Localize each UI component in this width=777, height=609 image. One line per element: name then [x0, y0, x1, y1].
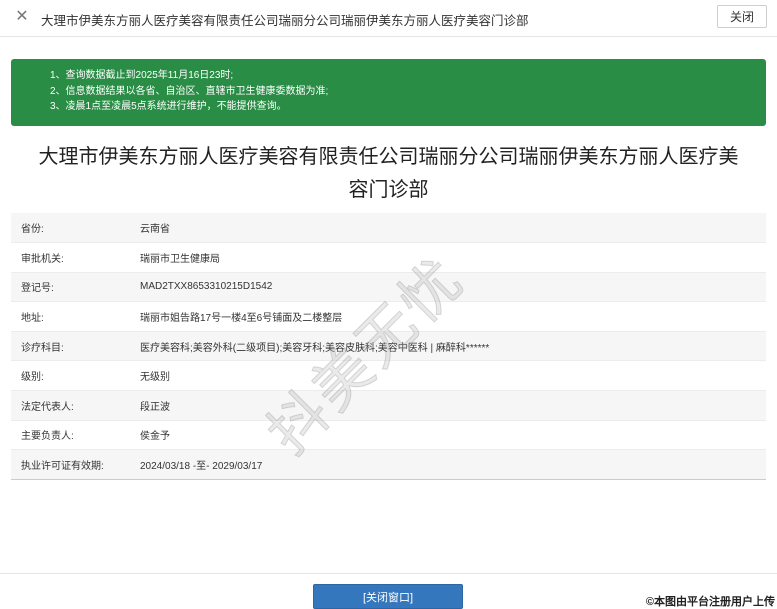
- detail-label: 地址:: [11, 301, 140, 332]
- details-table: 省份: 云南省 审批机关: 瑞丽市卫生健康局 登记号: MAD2TXX86533…: [11, 213, 766, 480]
- upload-note: ©本图由平台注册用户上传: [645, 596, 775, 608]
- table-row: 执业许可证有效期: 2024/03/18 -至- 2029/03/17: [11, 449, 766, 480]
- notice-banner: 1、查询数据截止到2025年11月16日23时; 2、信息数据结果以各省、自治区…: [11, 59, 766, 126]
- table-row: 审批机关: 瑞丽市卫生健康局: [11, 242, 766, 273]
- detail-label: 登记号:: [11, 272, 140, 303]
- detail-label: 审批机关:: [11, 242, 140, 273]
- close-x-icon[interactable]: ✕: [14, 8, 30, 26]
- detail-label: 执业许可证有效期:: [11, 449, 140, 480]
- detail-value: 无级别: [140, 360, 766, 392]
- detail-value: 瑞丽市姐告路17号一楼4至6号铺面及二楼整层: [140, 301, 766, 332]
- table-row: 省份: 云南省: [11, 213, 766, 244]
- window-title: 大理市伊美东方丽人医疗美容有限责任公司瑞丽分公司瑞丽伊美东方丽人医疗美容门诊部: [41, 14, 529, 28]
- company-name: 大理市伊美东方丽人医疗美容有限责任公司瑞丽分公司瑞丽伊美东方丽人医疗美 容门诊部: [11, 141, 766, 207]
- detail-label: 法定代表人:: [11, 390, 140, 421]
- table-row: 诊疗科目: 医疗美容科;美容外科(二级项目);美容牙科;美容皮肤科;美容中医科 …: [11, 331, 766, 362]
- close-window-button[interactable]: [关闭窗口]: [313, 584, 463, 609]
- close-button[interactable]: 关闭: [717, 5, 767, 28]
- company-name-line: 容门诊部: [348, 179, 429, 201]
- notice-line: 3、凌晨1点至凌晨5点系统进行维护，不能提供查询。: [50, 101, 287, 112]
- table-row: 登记号: MAD2TXX8653310215D1542: [11, 272, 766, 303]
- detail-value: 医疗美容科;美容外科(二级项目);美容牙科;美容皮肤科;美容中医科 | 麻醉科*…: [140, 331, 766, 362]
- notice-line: 2、信息数据结果以各省、自治区、直辖市卫生健康委数据为准;: [50, 85, 329, 97]
- detail-label: 诊疗科目:: [11, 331, 140, 362]
- notice-line: 1、查询数据截止到2025年11月16日23时;: [50, 70, 234, 81]
- detail-value: MAD2TXX8653310215D1542: [140, 272, 766, 303]
- detail-value: 2024/03/18 -至- 2029/03/17: [140, 449, 766, 480]
- table-row: 法定代表人: 段正波: [11, 390, 766, 421]
- table-row: 地址: 瑞丽市姐告路17号一楼4至6号铺面及二楼整层: [11, 301, 766, 332]
- detail-value: 瑞丽市卫生健康局: [140, 242, 766, 273]
- detail-value: 段正波: [140, 390, 766, 421]
- detail-label: 主要负责人:: [11, 420, 140, 451]
- title-bar: ✕ 大理市伊美东方丽人医疗美容有限责任公司瑞丽分公司瑞丽伊美东方丽人医疗美容门诊…: [0, 0, 777, 37]
- detail-value: 云南省: [140, 213, 766, 244]
- detail-value: 侯金予: [140, 420, 766, 451]
- company-name-line: 大理市伊美东方丽人医疗美容有限责任公司瑞丽分公司瑞丽伊美东方丽人医疗美: [38, 146, 739, 168]
- table-row: 级别: 无级别: [11, 360, 766, 392]
- detail-label: 省份:: [11, 213, 140, 244]
- table-row: 主要负责人: 侯金予: [11, 420, 766, 451]
- detail-label: 级别:: [11, 360, 140, 392]
- footer-bar: [关闭窗口] ©本图由平台注册用户上传: [0, 573, 777, 609]
